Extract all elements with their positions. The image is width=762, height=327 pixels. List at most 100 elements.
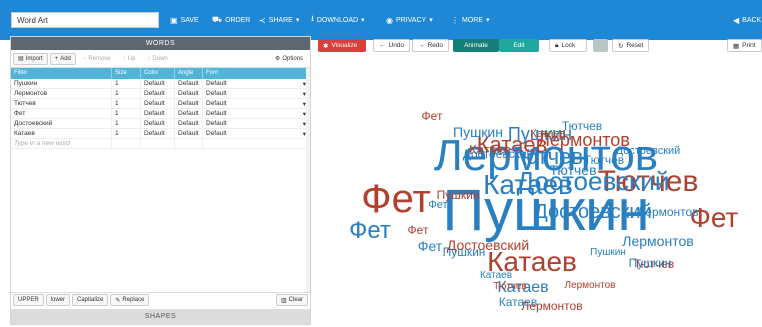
- angle-column-header: Angle: [175, 68, 203, 79]
- order-button[interactable]: ⛟ ORDER: [212, 13, 250, 27]
- word-cell[interactable]: Достоевский: [11, 119, 112, 128]
- reset-button[interactable]: ↻ Reset: [612, 39, 649, 52]
- back-icon: ◀: [733, 15, 740, 25]
- font-cell[interactable]: Default ▾: [203, 129, 310, 138]
- case-toolbar: UPPER lower Capitalize ✎ Replace ▥ Clear: [11, 292, 310, 307]
- font-cell[interactable]: Default ▾: [203, 99, 310, 108]
- shapes-panel-title[interactable]: SHAPES: [11, 309, 310, 324]
- share-button[interactable]: ≺ SHARE ▾: [259, 13, 299, 27]
- cloud-word[interactable]: Фет: [361, 177, 431, 221]
- replace-button[interactable]: ✎ Replace: [110, 294, 150, 306]
- table-row[interactable]: Пушкин 1 Default Default Default ▾: [11, 79, 310, 89]
- back-button[interactable]: ◀ BACK: [733, 13, 761, 27]
- font-cell[interactable]: Default ▾: [203, 79, 310, 88]
- caret-down-icon: ▾: [361, 17, 365, 24]
- new-word-input[interactable]: Type in a new word: [11, 139, 112, 148]
- table-row[interactable]: Фет 1 Default Default Default ▾: [11, 109, 310, 119]
- table-row[interactable]: Достоевский 1 Default Default Default ▾: [11, 119, 310, 129]
- download-button[interactable]: ⭳ DOWNLOAD ▾: [311, 13, 365, 27]
- size-cell[interactable]: 1: [112, 129, 141, 138]
- word-cell[interactable]: Пушкин: [11, 79, 112, 88]
- word-cloud-canvas[interactable]: Пушкин Лермонтов Фет Катаев Тютчев Достоевски…: [318, 60, 762, 325]
- import-button[interactable]: ▤ Import: [13, 52, 48, 65]
- cloud-word[interactable]: Пушкин: [453, 124, 503, 140]
- add-button[interactable]: + Add: [49, 52, 76, 65]
- color-swatch[interactable]: [593, 39, 608, 52]
- angle-cell[interactable]: Default: [175, 79, 203, 88]
- more-button[interactable]: ⋮ MORE ▾: [451, 13, 490, 27]
- color-cell[interactable]: Default: [141, 79, 175, 88]
- lower-button[interactable]: lower: [45, 294, 71, 306]
- cloud-word[interactable]: Лермонтов: [637, 205, 698, 219]
- color-cell[interactable]: Default: [141, 119, 175, 128]
- cloud-word[interactable]: Пушкин: [590, 247, 626, 258]
- cloud-word[interactable]: Катаев: [530, 128, 565, 140]
- options-button[interactable]: ⚙ Options: [270, 53, 308, 65]
- animate-tab[interactable]: Animate: [453, 39, 499, 52]
- cart-icon: ⛟: [212, 15, 223, 24]
- cloud-word[interactable]: Катаев: [499, 295, 537, 309]
- save-button[interactable]: ▣ SAVE: [170, 13, 199, 27]
- angle-cell[interactable]: Default: [175, 99, 203, 108]
- table-row[interactable]: Тютчев 1 Default Default Default ▾: [11, 99, 310, 109]
- redo-button[interactable]: → Redo: [412, 39, 449, 52]
- arrow-up-icon: ↑: [122, 55, 126, 62]
- size-cell[interactable]: 1: [112, 119, 141, 128]
- cloud-word[interactable]: Фет: [418, 238, 443, 254]
- size-cell[interactable]: 1: [112, 79, 141, 88]
- table-row[interactable]: Лермонтов 1 Default Default Default ▾: [11, 89, 310, 99]
- cloud-word[interactable]: Пушкин: [443, 245, 486, 259]
- angle-cell[interactable]: Default: [175, 89, 203, 98]
- angle-cell[interactable]: Default: [175, 119, 203, 128]
- cloud-word[interactable]: Фет: [349, 217, 391, 244]
- lock-icon: 🔒︎: [555, 41, 559, 49]
- up-button[interactable]: ↑ Up: [118, 53, 141, 65]
- privacy-button[interactable]: ◉ PRIVACY ▾: [386, 13, 433, 27]
- size-cell[interactable]: 1: [112, 89, 141, 98]
- cloud-word[interactable]: Лермонтов: [565, 280, 616, 291]
- visualize-button[interactable]: ✱ Visualize: [318, 39, 366, 52]
- word-cell[interactable]: Катаев: [11, 129, 112, 138]
- capitalize-button[interactable]: Capitalize: [72, 294, 109, 306]
- color-cell[interactable]: Default: [141, 129, 175, 138]
- filter-column-header[interactable]: Filter: [11, 68, 112, 79]
- color-cell[interactable]: Default: [141, 99, 175, 108]
- undo-button[interactable]: ← Undo: [373, 39, 410, 52]
- font-cell[interactable]: Default ▾: [203, 109, 310, 118]
- upper-button[interactable]: UPPER: [13, 294, 44, 306]
- down-button[interactable]: ↓ Down: [142, 53, 172, 65]
- cloud-word[interactable]: Лермонтов: [622, 233, 693, 249]
- remove-button[interactable]: − Remove: [78, 53, 116, 65]
- word-cell[interactable]: Фет: [11, 109, 112, 118]
- cloud-word[interactable]: Фет: [428, 199, 447, 211]
- cloud-word[interactable]: Достоевский: [534, 201, 652, 223]
- cloud-word[interactable]: Катаев: [480, 270, 512, 281]
- words-scrollbar[interactable]: [306, 68, 310, 292]
- new-word-row[interactable]: Type in a new word: [11, 139, 310, 149]
- cloud-word[interactable]: Достоевский: [616, 145, 681, 157]
- cloud-word[interactable]: Тютчев: [562, 119, 602, 133]
- print-button[interactable]: ▦ Print: [727, 39, 762, 52]
- wordart-title-input[interactable]: [11, 12, 159, 28]
- edit-tab[interactable]: Edit: [499, 39, 539, 52]
- cloud-word[interactable]: Достоевский: [463, 147, 534, 161]
- cloud-word[interactable]: Пушкин: [629, 256, 672, 270]
- cloud-word[interactable]: Тютчев: [493, 281, 527, 292]
- table-row[interactable]: Катаев 1 Default Default Default ▾: [11, 129, 310, 139]
- font-cell[interactable]: Default ▾: [203, 119, 310, 128]
- lock-button[interactable]: 🔒︎ Lock: [549, 39, 587, 52]
- download-icon: ⭳: [311, 14, 314, 23]
- color-cell[interactable]: Default: [141, 89, 175, 98]
- cloud-word[interactable]: Фет: [408, 223, 429, 237]
- font-cell[interactable]: Default ▾: [203, 89, 310, 98]
- cloud-word[interactable]: Фет: [422, 109, 443, 123]
- angle-cell[interactable]: Default: [175, 109, 203, 118]
- color-cell[interactable]: Default: [141, 109, 175, 118]
- clear-button[interactable]: ▥ Clear: [275, 294, 308, 306]
- size-cell[interactable]: 1: [112, 109, 141, 118]
- word-cell[interactable]: Лермонтов: [11, 89, 112, 98]
- word-cell[interactable]: Тютчев: [11, 99, 112, 108]
- angle-cell[interactable]: Default: [175, 129, 203, 138]
- plus-icon: +: [54, 55, 59, 62]
- size-cell[interactable]: 1: [112, 99, 141, 108]
